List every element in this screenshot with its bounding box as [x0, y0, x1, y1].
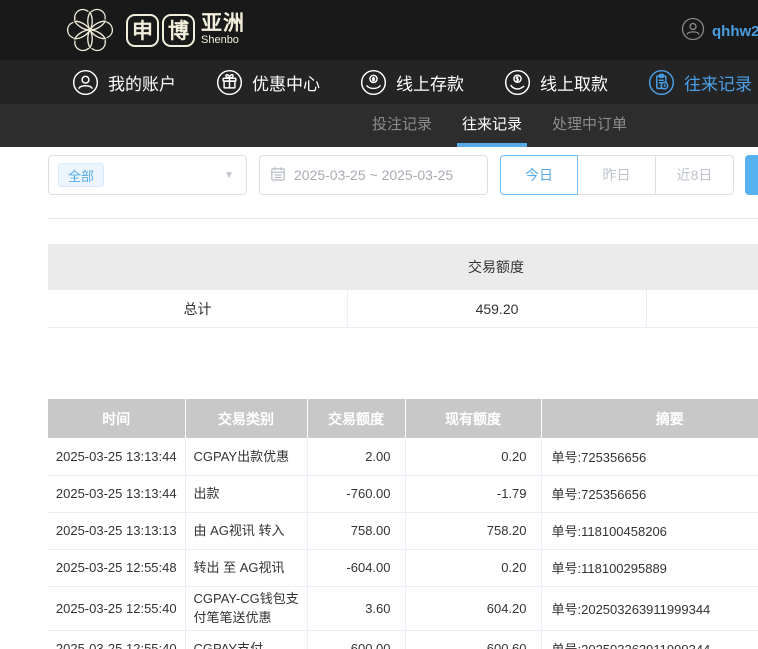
transactions-header-row: 时间 交易类别 交易额度 现有额度 摘要: [48, 399, 758, 438]
cell-amount: -604.00: [307, 549, 406, 587]
last-8-days-button[interactable]: 近8日: [656, 155, 734, 195]
nav-item-label: 线上存款: [396, 74, 464, 94]
transactions-table: 时间 交易类别 交易额度 现有额度 摘要 2025-03-25 13:13:44…: [48, 399, 758, 649]
brand-char-1: 申: [126, 13, 159, 47]
filter-bar: 全部 ▼ 2025-03-25 ~ 2025-03-25 今日 昨日 近8日: [0, 147, 758, 211]
cell-balance: 600.60: [405, 630, 542, 649]
brand-region: 亚洲 Shenbo: [201, 13, 245, 47]
deposit-icon: [360, 69, 387, 96]
cell-amount: 3.60: [307, 586, 406, 631]
cell-memo: 单号:725356656: [541, 475, 758, 513]
cell-balance: 758.20: [405, 512, 542, 550]
today-button[interactable]: 今日: [500, 155, 578, 195]
cell-time: 2025-03-25 12:55:40: [48, 586, 186, 631]
brand-region-cn: 亚洲: [201, 12, 245, 36]
username[interactable]: qhhw2: [712, 23, 758, 40]
withdraw-icon: [504, 69, 531, 96]
cell-type: 由 AG视讯 转入: [185, 512, 308, 550]
avatar-icon: [681, 17, 705, 45]
page: 申 博 亚洲 Shenbo qhhw2 我的账户 优惠中心 线上存款 线上取款 …: [0, 0, 758, 649]
cell-time: 2025-03-25 13:13:13: [48, 512, 186, 550]
col-header-memo: 摘要: [541, 399, 758, 438]
cell-type: CGPAY出款优惠: [185, 438, 308, 476]
cell-balance: 604.20: [405, 586, 542, 631]
tab-processing-orders[interactable]: 处理中订单: [552, 113, 627, 147]
cell-amount: -760.00: [307, 475, 406, 513]
cell-amount: 2.00: [307, 438, 406, 476]
yesterday-button[interactable]: 昨日: [578, 155, 656, 195]
col-header-balance: 现有额度: [405, 399, 542, 438]
col-header-time: 时间: [48, 399, 186, 438]
col-header-amount: 交易额度: [307, 399, 406, 438]
cell-type: CGPAY支付: [185, 630, 308, 649]
cell-memo: 单号:202503263911999344: [541, 630, 758, 649]
calendar-icon: [270, 166, 286, 185]
user-account[interactable]: qhhw2: [681, 17, 758, 45]
tab-betting-records[interactable]: 投注记录: [372, 113, 432, 147]
nav-item-deposit[interactable]: 线上存款: [360, 69, 464, 96]
nav-item-label: 线上取款: [540, 74, 608, 94]
top-header: 申 博 亚洲 Shenbo qhhw2: [0, 0, 758, 60]
user-icon: [72, 69, 99, 96]
cell-time: 2025-03-25 13:13:44: [48, 438, 186, 476]
table-row: 2025-03-25 13:13:44 出款 -760.00 -1.79 单号:…: [48, 475, 758, 513]
summary-total-label: 总计: [48, 290, 348, 327]
cell-memo: 单号:725356656: [541, 438, 758, 476]
quick-range-buttons: 今日 昨日 近8日: [500, 155, 734, 211]
nav-item-label: 优惠中心: [252, 74, 320, 94]
cell-time: 2025-03-25 12:55:40: [48, 630, 186, 649]
brand-char-2: 博: [162, 13, 195, 47]
table-row: 2025-03-25 13:13:13 由 AG视讯 转入 758.00 758…: [48, 512, 758, 550]
nav-item-records[interactable]: 往来记录: [648, 69, 752, 96]
summary-table: 交易额度 总计 459.20: [48, 244, 758, 328]
flower-logo-icon: [62, 2, 118, 58]
cell-time: 2025-03-25 13:13:44: [48, 475, 186, 513]
search-button[interactable]: [745, 155, 758, 195]
cell-memo: 单号:202503263911999344: [541, 586, 758, 631]
main-navigation: 我的账户 优惠中心 线上存款 线上取款 往来记录: [0, 60, 758, 104]
cell-type: 出款: [185, 475, 308, 513]
gift-icon: [216, 69, 243, 96]
nav-item-my-account[interactable]: 我的账户: [72, 69, 176, 96]
col-header-type: 交易类别: [185, 399, 308, 438]
summary-amount-header: 交易额度: [468, 259, 524, 275]
cell-type: CGPAY-CG钱包支付笔笔送优惠: [185, 586, 308, 631]
table-row: 2025-03-25 13:13:44 CGPAY出款优惠 2.00 0.20 …: [48, 438, 758, 476]
summary-total-row: 总计 459.20: [48, 290, 758, 328]
cell-balance: 0.20: [405, 549, 542, 587]
filter-divider: [48, 218, 758, 219]
cell-time: 2025-03-25 12:55:48: [48, 549, 186, 587]
transaction-type-select[interactable]: 全部 ▼: [48, 155, 247, 195]
records-icon: [648, 69, 675, 96]
cell-balance: -1.79: [405, 475, 542, 513]
chevron-down-icon: ▼: [224, 170, 234, 181]
cell-memo: 单号:118100458206: [541, 512, 758, 550]
cell-memo: 单号:118100295889: [541, 549, 758, 587]
table-row: 2025-03-25 12:55:48 转出 至 AG视讯 -604.00 0.…: [48, 549, 758, 587]
table-row: 2025-03-25 12:55:40 CGPAY-CG钱包支付笔笔送优惠 3.…: [48, 586, 758, 631]
nav-item-label: 往来记录: [684, 74, 752, 94]
tab-transaction-records[interactable]: 往来记录: [457, 113, 528, 147]
table-row: 2025-03-25 12:55:40 CGPAY支付 600.00 600.6…: [48, 630, 758, 649]
cell-balance: 0.20: [405, 438, 542, 476]
brand-subtitle: Shenbo: [201, 34, 239, 47]
cell-amount: 758.00: [307, 512, 406, 550]
summary-total-amount: 459.20: [348, 290, 647, 327]
brand-logo: 申 博 亚洲 Shenbo: [62, 2, 245, 58]
cell-type: 转出 至 AG视讯: [185, 549, 308, 587]
summary-header-row: 交易额度: [48, 244, 758, 290]
selected-type-tag[interactable]: 全部: [58, 163, 105, 187]
records-tabbar: 投注记录 往来记录 处理中订单: [0, 104, 758, 147]
nav-item-withdraw[interactable]: 线上取款: [504, 69, 608, 96]
date-range-picker[interactable]: 2025-03-25 ~ 2025-03-25: [259, 155, 488, 195]
nav-item-label: 我的账户: [108, 74, 176, 94]
date-range-value[interactable]: 2025-03-25 ~ 2025-03-25: [294, 167, 453, 183]
cell-amount: 600.00: [307, 630, 406, 649]
nav-item-promotions[interactable]: 优惠中心: [216, 69, 320, 96]
